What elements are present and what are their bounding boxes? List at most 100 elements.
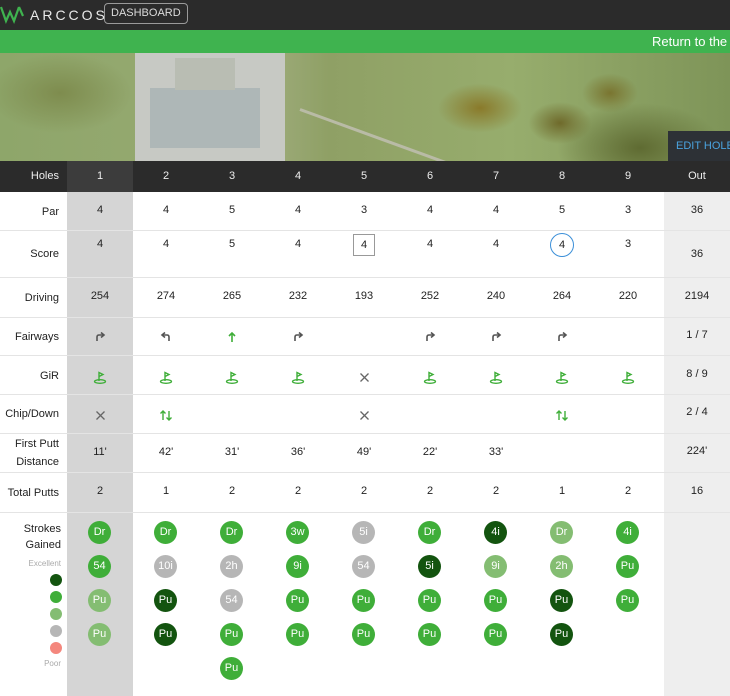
driving-value: 240 — [486, 290, 506, 302]
total-putts-value: 2 — [294, 485, 302, 497]
driving-cell-hole-7: 240 — [463, 290, 529, 302]
sg-badge-hole-3-5[interactable]: Pu — [220, 657, 243, 680]
sg-badge-hole-3-2[interactable]: 2h — [220, 555, 243, 578]
green-flag-icon — [595, 369, 661, 385]
driving-cell-hole-8: 264 — [529, 290, 595, 302]
sg-badge-hole-7-1[interactable]: 4i — [484, 521, 507, 544]
hole-header-9[interactable]: 9 — [595, 161, 661, 192]
hole-header-5[interactable]: 5 — [331, 161, 397, 192]
par-cell-hole-1: 4 — [67, 204, 133, 216]
sg-badge-hole-5-2[interactable]: 54 — [352, 555, 375, 578]
sg-badge-hole-9-1[interactable]: 4i — [616, 521, 639, 544]
selected-hole-column — [67, 192, 133, 696]
first-putt-value: 31' — [224, 446, 240, 458]
sg-badge-hole-2-4[interactable]: Pu — [154, 623, 177, 646]
score-value: 5 — [228, 238, 236, 250]
cart-path — [299, 108, 480, 161]
score-cell-hole-4: 4 — [265, 238, 331, 250]
sg-badge-hole-3-4[interactable]: Pu — [220, 623, 243, 646]
driving-value: 220 — [618, 290, 638, 302]
score-value: 4 — [426, 238, 434, 250]
sg-badge-hole-4-4[interactable]: Pu — [286, 623, 309, 646]
sg-badge-hole-6-3[interactable]: Pu — [418, 589, 441, 612]
driving-cell-hole-1: 254 — [67, 290, 133, 302]
row-divider — [0, 277, 730, 278]
sg-badge-hole-4-1[interactable]: 3w — [286, 521, 309, 544]
sg-badge-hole-8-1[interactable]: Dr — [550, 521, 573, 544]
sg-badge-hole-2-1[interactable]: Dr — [154, 521, 177, 544]
legend-poor-dot — [50, 642, 62, 654]
sg-badge-hole-2-2[interactable]: 10i — [154, 555, 177, 578]
sg-badge-hole-3-1[interactable]: Dr — [220, 521, 243, 544]
par-cell-hole-4: 4 — [265, 204, 331, 216]
sg-badge-hole-7-4[interactable]: Pu — [484, 623, 507, 646]
par-value: 3 — [360, 204, 368, 216]
sg-badge-hole-1-4[interactable]: Pu — [88, 623, 111, 646]
first-putt-cell-hole-1: 11' — [67, 446, 133, 458]
sg-badge-hole-6-2[interactable]: 5i — [418, 555, 441, 578]
row-divider — [0, 512, 730, 513]
sg-badge-hole-4-3[interactable]: Pu — [286, 589, 309, 612]
total-putts-label: Total Putts — [7, 487, 59, 499]
sg-badge-hole-8-3[interactable]: Pu — [550, 589, 573, 612]
strokes-gained-label: Strokes Gained — [0, 521, 67, 553]
sg-badge-hole-8-4[interactable]: Pu — [550, 623, 573, 646]
total-putts-value: 1 — [558, 485, 566, 497]
sg-badge-hole-9-2[interactable]: Pu — [616, 555, 639, 578]
total-putts-cell-hole-2: 1 — [133, 485, 199, 497]
par-label: Par — [41, 206, 59, 218]
hole-header-7[interactable]: 7 — [463, 161, 529, 192]
sg-badge-hole-9-3[interactable]: Pu — [616, 589, 639, 612]
driving-value: 193 — [354, 290, 374, 302]
sg-badge-hole-5-1[interactable]: 5i — [352, 521, 375, 544]
sg-badge-hole-1-3[interactable]: Pu — [88, 589, 111, 612]
par-value: 3 — [624, 204, 632, 216]
return-to-course-link[interactable]: Return to the course — [652, 34, 730, 49]
row-divider — [0, 433, 730, 434]
total-putts-value: 1 — [162, 485, 170, 497]
hole-header-4[interactable]: 4 — [265, 161, 331, 192]
sg-badge-hole-3-3[interactable]: 54 — [220, 589, 243, 612]
first-putt-value: 11' — [93, 446, 107, 458]
first-putt-value: 33' — [488, 446, 504, 458]
score-label: Score — [30, 248, 59, 260]
driving-cell-hole-3: 265 — [199, 290, 265, 302]
total-putts-value: 2 — [228, 485, 236, 497]
sg-badge-hole-8-2[interactable]: 2h — [550, 555, 573, 578]
hole-header-2[interactable]: 2 — [133, 161, 199, 192]
total-putts-value: 2 — [492, 485, 500, 497]
edit-hole-button[interactable]: EDIT HOLE — [668, 131, 730, 161]
clubhouse-roof — [150, 88, 260, 148]
par-value: 4 — [294, 204, 302, 216]
driving-value: 264 — [552, 290, 572, 302]
sg-badge-hole-7-2[interactable]: 9i — [484, 555, 507, 578]
sg-badge-hole-2-3[interactable]: Pu — [154, 589, 177, 612]
total-putts-value: 2 — [426, 485, 434, 497]
sg-badge-hole-6-1[interactable]: Dr — [418, 521, 441, 544]
first-putt-value: 42' — [158, 446, 174, 458]
score-value: 4 — [492, 238, 500, 250]
row-divider — [0, 472, 730, 473]
sg-badge-hole-1-1[interactable]: Dr — [88, 521, 111, 544]
par-value: 5 — [558, 204, 566, 216]
hole-header-3[interactable]: 3 — [199, 161, 265, 192]
legend-good-dot — [50, 591, 62, 603]
score-cell-hole-7: 4 — [463, 238, 529, 250]
sg-badge-hole-6-4[interactable]: Pu — [418, 623, 441, 646]
sg-badge-hole-1-2[interactable]: 54 — [88, 555, 111, 578]
sg-badge-hole-5-3[interactable]: Pu — [352, 589, 375, 612]
miss-x-icon — [331, 369, 397, 385]
hole-header-1[interactable]: 1 — [67, 161, 133, 192]
top-nav-bar: ARCCOS DASHBOARD — [0, 0, 730, 30]
total-putts-cell-hole-7: 2 — [463, 485, 529, 497]
hole-header-8[interactable]: 8 — [529, 161, 595, 192]
driving-cell-hole-9: 220 — [595, 290, 661, 302]
sg-badge-hole-7-3[interactable]: Pu — [484, 589, 507, 612]
hole-aerial-map[interactable] — [0, 53, 730, 161]
hole-header-6[interactable]: 6 — [397, 161, 463, 192]
total-putts-cell-hole-6: 2 — [397, 485, 463, 497]
sg-badge-hole-4-2[interactable]: 9i — [286, 555, 309, 578]
out-header-label: Out — [688, 170, 706, 182]
sg-badge-hole-5-4[interactable]: Pu — [352, 623, 375, 646]
dashboard-button[interactable]: DASHBOARD — [104, 3, 188, 24]
